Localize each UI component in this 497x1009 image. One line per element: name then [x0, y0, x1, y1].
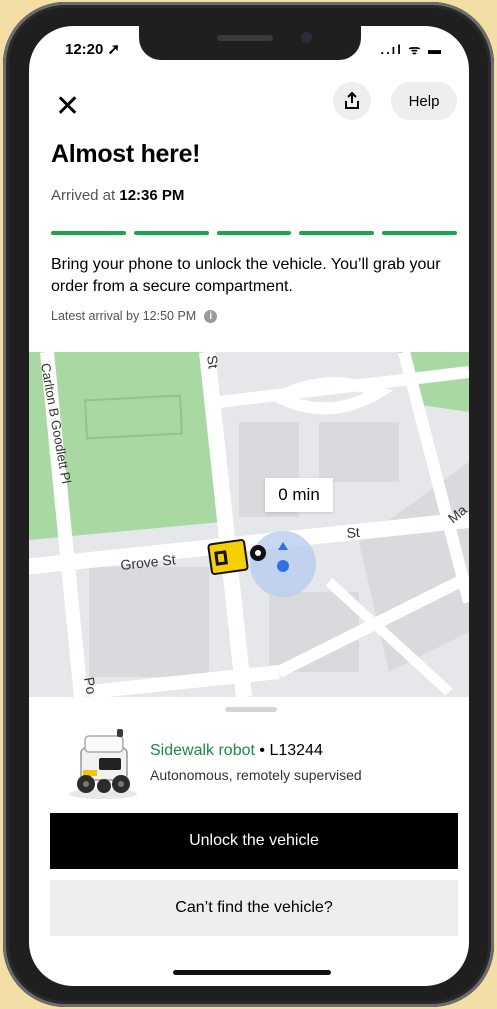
arrival-time: 12:36 PM [119, 187, 185, 204]
po-label: Po [81, 676, 100, 696]
phone-frame: 12:20 ➚ ..ıl ᯤ ▬ ✕ Help Almost here! Arr… [3, 2, 494, 1007]
eta-label: 0 min [265, 478, 333, 512]
phone-notch [139, 26, 361, 60]
user-location-dot [277, 560, 289, 572]
info-icon[interactable]: i [204, 309, 218, 323]
share-icon [345, 92, 359, 109]
help-button[interactable]: Help [391, 82, 457, 120]
speaker [217, 35, 273, 41]
progress-segment [133, 231, 209, 235]
vehicle-id: L13244 [269, 742, 323, 759]
arrival-text: Arrived at 12:36 PM [51, 187, 184, 204]
st-top-label: St [204, 354, 222, 369]
app-screen: 12:20 ➚ ..ıl ᯤ ▬ ✕ Help Almost here! Arr… [29, 26, 469, 986]
close-icon[interactable]: ✕ [55, 92, 80, 122]
vehicle-name: Sidewalk robot • L13244 [150, 742, 323, 760]
home-indicator[interactable] [173, 970, 331, 975]
progress-segment [299, 231, 375, 235]
delivery-progress [51, 231, 457, 235]
progress-segment [382, 231, 457, 235]
st-right-label: St [346, 524, 361, 541]
sidewalk-robot-icon [69, 729, 137, 799]
arrival-prefix: Arrived at [51, 187, 120, 204]
status-time: 12:20 ➚ [65, 41, 121, 58]
latest-arrival: Latest arrival by 12:50 PM i [51, 309, 218, 323]
camera [301, 32, 312, 43]
latest-arrival-text: Latest arrival by 12:50 PM [51, 309, 197, 323]
unlock-instructions: Bring your phone to unlock the vehicle. … [51, 256, 441, 295]
progress-segment [216, 231, 292, 235]
share-button[interactable] [333, 82, 371, 120]
sheet-handle[interactable] [225, 707, 277, 712]
vehicle-description: Autonomous, remotely supervised [150, 767, 362, 783]
page-title: Almost here! [51, 140, 201, 168]
status-icons: ..ıl ᯤ ▬ [380, 42, 443, 57]
unlock-vehicle-button[interactable]: Unlock the vehicle [50, 813, 458, 869]
robot-marker-icon[interactable] [207, 539, 249, 575]
vehicle-separator: • [254, 742, 270, 759]
vehicle-type: Sidewalk robot [150, 742, 255, 759]
progress-segment [51, 231, 126, 235]
map-view[interactable]: Carlton B Goodlett Pl Grove St St St Ma … [29, 352, 469, 697]
cant-find-vehicle-button[interactable]: Can’t find the vehicle? [50, 880, 458, 936]
map-canvas: Carlton B Goodlett Pl Grove St St St Ma … [29, 352, 469, 697]
